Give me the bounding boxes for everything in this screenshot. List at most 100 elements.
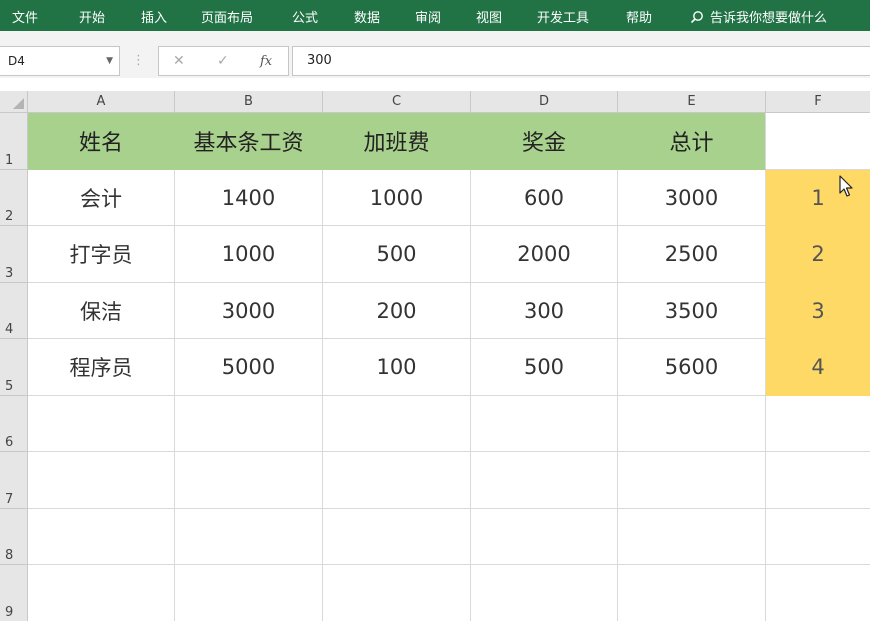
row-number: 5 (5, 379, 14, 394)
empty-cell[interactable] (766, 396, 870, 452)
empty-cell[interactable] (175, 396, 323, 452)
table-cell[interactable]: 600 (471, 170, 618, 226)
table-cell[interactable]: 500 (323, 226, 471, 283)
empty-cell[interactable] (618, 509, 766, 565)
formula-input[interactable]: 300 (292, 46, 870, 76)
table-cell[interactable]: 1000 (323, 170, 471, 226)
empty-cell[interactable] (471, 452, 618, 509)
index-cell[interactable]: 2 (766, 226, 870, 283)
header-cell-name[interactable]: 姓名 (28, 113, 175, 170)
empty-cell[interactable] (175, 452, 323, 509)
table-cell[interactable]: 3000 (618, 170, 766, 226)
drag-handle-icon[interactable]: ⋮ (132, 53, 145, 68)
index-cell[interactable]: 4 (766, 339, 870, 396)
row-number: 9 (5, 605, 14, 620)
table-cell[interactable]: 打字员 (28, 226, 175, 283)
header-cell-overtime[interactable]: 加班费 (323, 113, 471, 170)
row-number: 4 (5, 322, 14, 337)
empty-cell[interactable] (28, 509, 175, 565)
table-cell[interactable]: 1400 (175, 170, 323, 226)
tab-review[interactable]: 审阅 (415, 7, 441, 26)
empty-cell[interactable] (766, 452, 870, 509)
row-header-9[interactable]: 9 (0, 565, 28, 621)
empty-cell[interactable] (618, 565, 766, 621)
name-box[interactable]: D4 ▼ (0, 46, 120, 76)
column-header-f[interactable]: F (766, 91, 870, 113)
column-header-a[interactable]: A (28, 91, 175, 113)
tab-home[interactable]: 开始 (79, 7, 105, 26)
empty-cell[interactable] (618, 396, 766, 452)
empty-cell[interactable] (28, 452, 175, 509)
cancel-icon[interactable]: ✕ (173, 53, 185, 69)
row-header-1[interactable]: 1 (0, 113, 28, 170)
empty-cell[interactable] (323, 565, 471, 621)
empty-cell[interactable] (323, 509, 471, 565)
table-cell[interactable]: 3000 (175, 283, 323, 339)
ribbon-tab-bar: 文件 开始 插入 页面布局 公式 数据 审阅 视图 开发工具 帮助 告诉我你想要… (0, 0, 870, 31)
table-cell[interactable]: 2500 (618, 226, 766, 283)
empty-cell[interactable] (175, 565, 323, 621)
tab-insert[interactable]: 插入 (141, 7, 167, 26)
tab-help[interactable]: 帮助 (626, 7, 652, 26)
insert-function-icon[interactable]: fx (260, 54, 272, 69)
table-cell[interactable]: 1000 (175, 226, 323, 283)
header-cell-base-salary[interactable]: 基本条工资 (175, 113, 323, 170)
table-cell[interactable]: 程序员 (28, 339, 175, 396)
column-header-e[interactable]: E (618, 91, 766, 113)
row-header-7[interactable]: 7 (0, 452, 28, 509)
row-header-2[interactable]: 2 (0, 170, 28, 226)
select-all-icon (13, 98, 24, 109)
row-header-4[interactable]: 4 (0, 283, 28, 339)
table-cell[interactable]: 3500 (618, 283, 766, 339)
tab-formulas[interactable]: 公式 (292, 7, 318, 26)
empty-cell[interactable] (471, 509, 618, 565)
table-cell[interactable]: 5600 (618, 339, 766, 396)
table-cell[interactable]: 200 (323, 283, 471, 339)
table-cell[interactable]: 5000 (175, 339, 323, 396)
select-all-corner[interactable] (0, 91, 28, 113)
chevron-down-icon[interactable]: ▼ (106, 47, 113, 75)
table-cell[interactable]: 保洁 (28, 283, 175, 339)
row-number: 2 (5, 209, 14, 224)
empty-cell[interactable] (28, 396, 175, 452)
ribbon-collapsed-area (0, 31, 870, 46)
empty-cell[interactable] (471, 565, 618, 621)
empty-cell[interactable] (471, 396, 618, 452)
search-icon (690, 10, 703, 23)
empty-cell[interactable] (766, 565, 870, 621)
tell-me-search[interactable]: 告诉我你想要做什么 (690, 7, 827, 26)
empty-cell[interactable] (323, 396, 471, 452)
column-header-d[interactable]: D (471, 91, 618, 113)
table-cell[interactable]: 100 (323, 339, 471, 396)
tab-developer[interactable]: 开发工具 (537, 7, 589, 26)
row-header-6[interactable]: 6 (0, 396, 28, 452)
row-header-5[interactable]: 5 (0, 339, 28, 396)
tab-page-layout[interactable]: 页面布局 (201, 7, 253, 26)
empty-cell[interactable] (28, 565, 175, 621)
header-cell-bonus[interactable]: 奖金 (471, 113, 618, 170)
tab-view[interactable]: 视图 (476, 7, 502, 26)
row-header-3[interactable]: 3 (0, 226, 28, 283)
enter-icon[interactable]: ✓ (217, 53, 229, 69)
table-cell[interactable]: 会计 (28, 170, 175, 226)
tab-file[interactable]: 文件 (12, 7, 38, 26)
tell-me-label: 告诉我你想要做什么 (710, 11, 828, 26)
row-number: 1 (5, 153, 14, 168)
column-header-c[interactable]: C (323, 91, 471, 113)
row-number: 7 (5, 492, 14, 507)
empty-cell[interactable] (766, 509, 870, 565)
index-cell[interactable]: 3 (766, 283, 870, 339)
empty-cell[interactable] (175, 509, 323, 565)
row-header-8[interactable]: 8 (0, 509, 28, 565)
empty-cell[interactable] (323, 452, 471, 509)
formula-bar: D4 ▼ ⋮ ✕ ✓ fx 300 (0, 46, 870, 78)
tab-data[interactable]: 数据 (354, 7, 380, 26)
empty-cell[interactable] (618, 452, 766, 509)
table-cell[interactable]: 300 (471, 283, 618, 339)
row-number: 6 (5, 435, 14, 450)
column-header-b[interactable]: B (175, 91, 323, 113)
table-cell[interactable]: 500 (471, 339, 618, 396)
cell-f1[interactable] (766, 113, 870, 170)
header-cell-total[interactable]: 总计 (618, 113, 766, 170)
table-cell[interactable]: 2000 (471, 226, 618, 283)
